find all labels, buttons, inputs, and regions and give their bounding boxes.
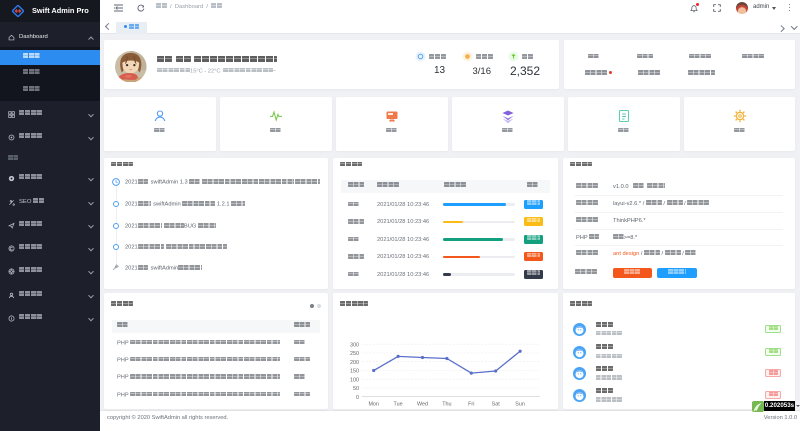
svg-text:200: 200 [350,360,359,366]
svg-text:Tue: Tue [394,402,403,408]
svg-text:250: 250 [350,351,359,357]
svg-text:50: 50 [353,386,359,392]
svg-text:150: 150 [350,369,359,375]
svg-text:300: 300 [350,342,359,348]
svg-text:Thu: Thu [442,402,451,408]
svg-text:Sat: Sat [492,402,501,408]
svg-text:0: 0 [356,395,359,401]
svg-text:Fri: Fri [468,402,474,408]
svg-text:Wed: Wed [417,402,428,408]
svg-text:Mon: Mon [368,402,379,408]
svg-text:Sun: Sun [515,402,525,408]
svg-text:100: 100 [350,377,359,383]
